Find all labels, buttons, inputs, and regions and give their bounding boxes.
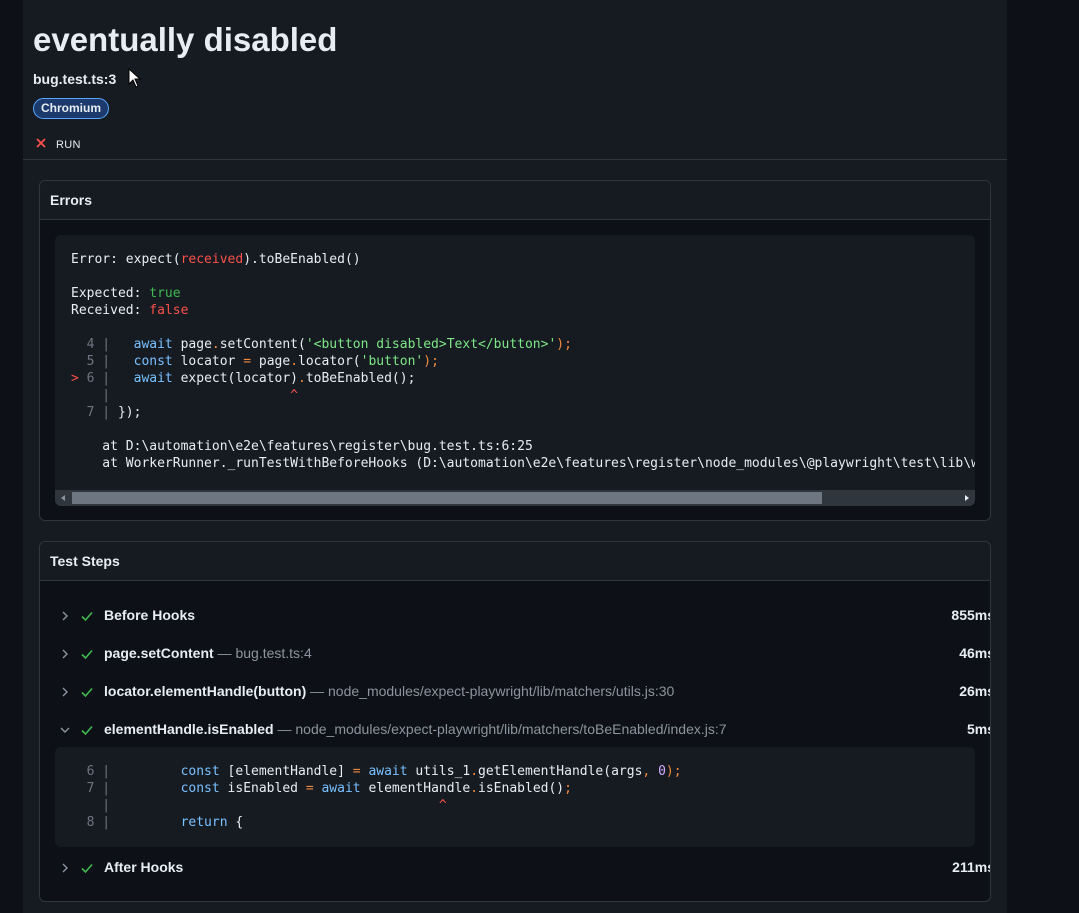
step-title: locator.elementHandle(button) — node_mod… — [104, 683, 675, 699]
step-duration: 26ms — [959, 683, 990, 699]
step-source: — node_modules/expect-playwright/lib/mat… — [273, 721, 727, 737]
line-gutter: | — [71, 388, 118, 403]
step-duration: 46ms — [959, 645, 990, 661]
line-gutter: 6 | — [71, 764, 118, 779]
line-gutter: 8 | — [71, 815, 118, 830]
check-icon — [81, 863, 93, 874]
line-gutter: > 6 | — [71, 371, 118, 386]
code-line: | ^ — [71, 798, 447, 813]
errors-card: Errors Error: expect(received).toBeEnabl… — [39, 180, 991, 521]
stack-line: at WorkerRunner._runTestWithBeforeHooks … — [102, 456, 975, 471]
scroll-right-icon[interactable] — [959, 490, 975, 506]
code-line: > 6 | await expect(locator).toBeEnabled(… — [71, 371, 416, 386]
test-title: eventually disabled — [33, 21, 338, 58]
chevron-right-icon[interactable] — [58, 861, 72, 875]
test-step[interactable]: Before Hooks 855ms — [58, 604, 990, 628]
chevron-down-icon[interactable] — [58, 723, 72, 737]
code-line: 7 | const isEnabled = await elementHandl… — [71, 781, 572, 796]
test-step[interactable]: elementHandle.isEnabled — node_modules/e… — [58, 718, 990, 742]
fail-x-icon — [36, 138, 46, 148]
line-gutter: 7 | — [71, 781, 118, 796]
scrollbar-thumb[interactable] — [72, 492, 822, 504]
step-title: elementHandle.isEnabled — node_modules/e… — [104, 721, 727, 737]
step-title: page.setContent — bug.test.ts:4 — [104, 645, 312, 661]
test-location[interactable]: bug.test.ts:3 — [33, 71, 116, 87]
expected-line: Expected: true — [71, 286, 181, 301]
scroll-left-icon[interactable] — [55, 490, 71, 506]
horizontal-scrollbar[interactable] — [55, 490, 975, 506]
check-icon — [81, 725, 93, 736]
steps-heading: Test Steps — [40, 542, 990, 581]
step-source: — bug.test.ts:4 — [213, 645, 312, 661]
code-line: 5 | const locator = page.locator('button… — [71, 354, 439, 369]
error-message: Error: expect(received).toBeEnabled() — [71, 252, 361, 267]
errors-heading: Errors — [40, 181, 990, 220]
run-tab-bar: RUN — [23, 134, 1007, 160]
run-tab[interactable]: RUN — [56, 139, 81, 151]
received-line: Received: false — [71, 303, 189, 318]
test-steps-card: Test Steps Before Hooks 855ms page.setCont… — [39, 541, 991, 902]
step-duration: 211ms — [952, 859, 991, 875]
line-gutter: 4 | — [71, 337, 118, 352]
mouse-cursor-icon — [128, 68, 142, 88]
step-title: After Hooks — [104, 859, 184, 875]
chevron-right-icon[interactable] — [58, 609, 72, 623]
project-badge[interactable]: Chromium — [33, 98, 109, 119]
line-gutter: 7 | — [71, 405, 118, 420]
code-line: 8 | return { — [71, 815, 244, 830]
stack-line: at D:\automation\e2e\features\register\b… — [71, 439, 533, 454]
test-step[interactable]: page.setContent — bug.test.ts:4 46ms — [58, 642, 990, 666]
code-line: 4 | await page.setContent('<button disab… — [71, 337, 572, 352]
step-title: Before Hooks — [104, 607, 196, 623]
step-duration: 855ms — [951, 607, 991, 623]
step-code-block[interactable]: 6 | const [elementHandle] = await utils_… — [55, 747, 975, 847]
check-icon — [81, 611, 93, 622]
check-icon — [81, 687, 93, 698]
code-line: | ^ — [71, 388, 298, 403]
error-code-block[interactable]: Error: expect(received).toBeEnabled() Ex… — [55, 235, 975, 506]
chevron-right-icon[interactable] — [58, 647, 72, 661]
line-gutter: 5 | — [71, 354, 118, 369]
step-source: — node_modules/expect-playwright/lib/mat… — [306, 683, 675, 699]
code-line: 7 | }); — [71, 405, 142, 420]
test-case-view: eventually disabled bug.test.ts:3 Chromi… — [23, 0, 1007, 913]
check-icon — [81, 649, 93, 660]
code-line: 6 | const [elementHandle] = await utils_… — [71, 764, 682, 779]
test-step[interactable]: After Hooks 211ms — [58, 856, 990, 880]
test-step[interactable]: locator.elementHandle(button) — node_mod… — [58, 680, 990, 704]
step-duration: 5ms — [966, 721, 990, 737]
line-gutter: | — [71, 798, 118, 813]
chevron-right-icon[interactable] — [58, 685, 72, 699]
